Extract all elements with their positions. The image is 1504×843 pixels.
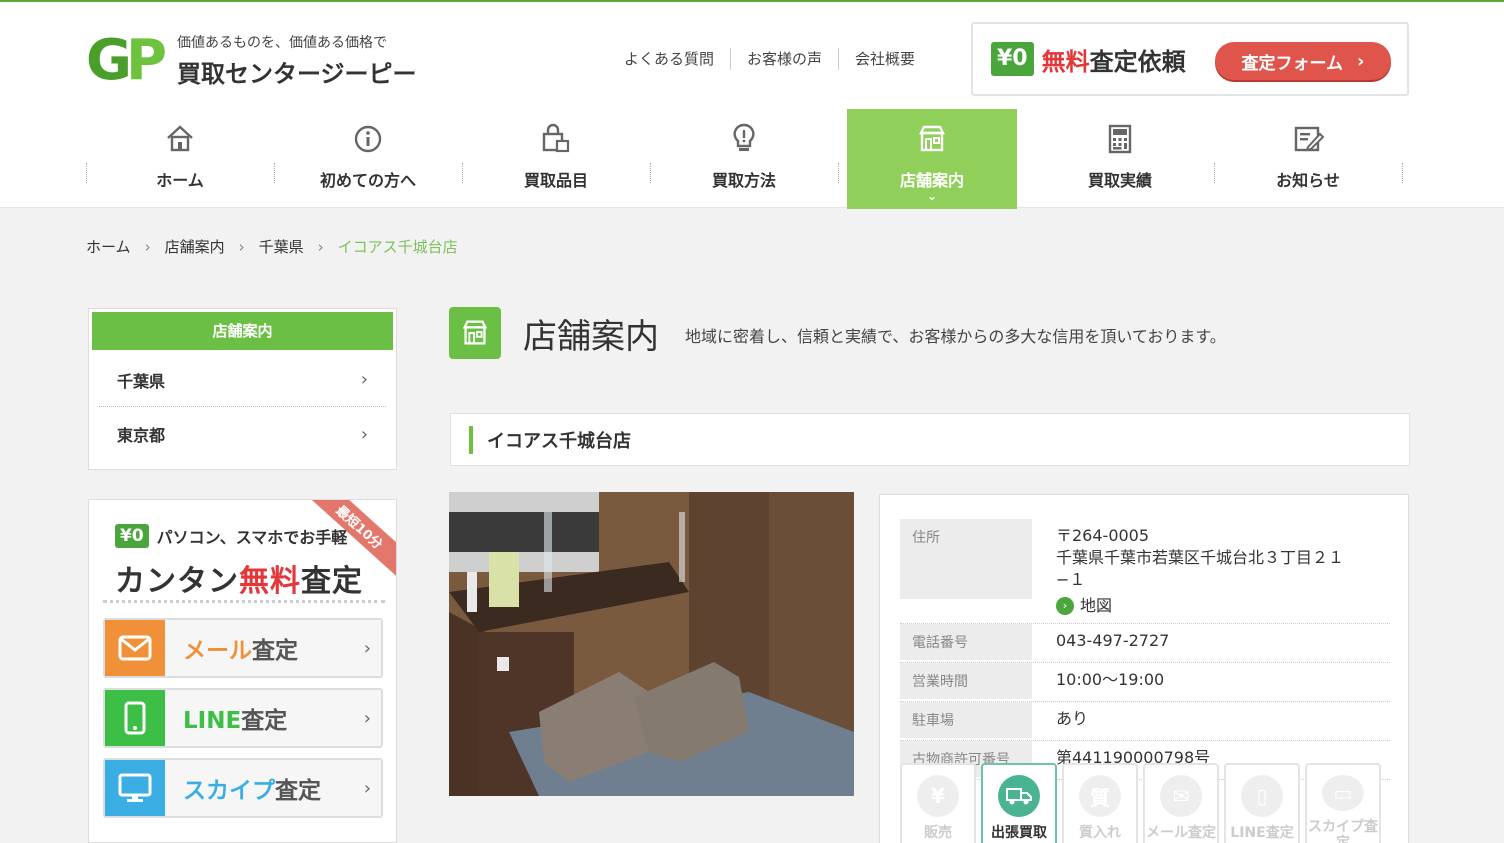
- skype-assessment-button[interactable]: スカイプ査定 ›: [103, 758, 383, 818]
- truck-icon: [998, 775, 1040, 817]
- chevron-right-icon: ›: [238, 237, 245, 256]
- info-icon: [354, 125, 382, 153]
- info-key: 電話番号: [900, 624, 1032, 660]
- accent-bar: [469, 425, 473, 454]
- page-description: 地域に密着し、信頼と実績で、お客様からの多大な信用を頂いております。: [685, 327, 1226, 346]
- zero-yen-badge: ¥0: [991, 42, 1034, 76]
- notepad-icon: [1294, 126, 1325, 152]
- page-heading: 店舗案内 地域に密着し、信頼と実績で、お客様からの多大な信用を頂いております。: [449, 307, 1226, 359]
- chevron-down-icon: ⌄: [926, 189, 938, 203]
- zero-yen-badge: ¥0: [115, 524, 149, 548]
- store-info-table: 住所 〒264-0005 千葉県千葉市若葉区千城台北３丁目２１−１ › 地図 電…: [900, 519, 1390, 780]
- postal-code: 〒264-0005: [1056, 526, 1150, 545]
- nav-item-results[interactable]: 買取実績: [1026, 109, 1215, 209]
- info-key: 営業時間: [900, 663, 1032, 699]
- service-skype-assessment: ▭ スカイプ査定: [1305, 763, 1381, 843]
- divider: [103, 600, 385, 603]
- service-sales: ¥ 販売: [900, 763, 976, 843]
- chevron-right-icon: ›: [363, 707, 371, 729]
- calculator-icon: [1108, 124, 1132, 154]
- smartphone-icon: ▯: [1241, 775, 1283, 817]
- store-info-panel: 住所 〒264-0005 千葉県千葉市若葉区千城台北３丁目２１−１ › 地図 電…: [879, 494, 1409, 843]
- store-name: イコアス千城台店: [487, 430, 631, 452]
- nav-item-home[interactable]: ホーム: [86, 109, 275, 209]
- main-nav: ホーム 初めての方へ 買取品目 買取方法 店舗案内 ⌄ 買取実績 お知らせ: [86, 109, 1410, 209]
- phone-number[interactable]: 043-497-2727: [1032, 624, 1390, 662]
- sidebar-title: 店舗案内: [92, 312, 393, 350]
- chevron-right-icon: ›: [363, 777, 371, 799]
- logo-name: 買取センタージーピー: [177, 60, 417, 88]
- business-hours: 10:00〜19:00: [1056, 670, 1165, 689]
- chevron-right-icon: ›: [1357, 50, 1365, 72]
- info-key: 住所: [900, 519, 1032, 599]
- store-icon: [919, 125, 945, 152]
- free-assessment-panel: 最短10分 ¥0 パソコン、スマホでお手軽 カンタン無料査定 メール査定 › L…: [88, 499, 397, 843]
- cta-title: 無料査定依頼: [1041, 47, 1186, 76]
- appraisal-form-button[interactable]: 査定フォーム ›: [1215, 42, 1391, 80]
- service-badges: ¥ 販売 出張買取 質 質入れ ✉ メール査定 ▯ LINE査定 ▭ スカイプ査…: [900, 763, 1386, 843]
- lightbulb-icon: [733, 123, 755, 151]
- logo-mark: GP: [86, 27, 167, 93]
- map-link[interactable]: › 地図: [1056, 595, 1366, 617]
- assess-headline: カンタン無料査定: [115, 564, 363, 599]
- yen-icon: ¥: [917, 775, 959, 817]
- store-icon: [449, 307, 501, 359]
- mail-icon: ✉: [1160, 775, 1202, 817]
- service-pawn: 質 質入れ: [1062, 763, 1138, 843]
- address: 千葉県千葉市若葉区千城台北３丁目２１−１: [1056, 548, 1345, 589]
- mail-assessment-button[interactable]: メール査定 ›: [103, 618, 383, 678]
- company-link[interactable]: 会社概要: [838, 48, 931, 70]
- nav-item-news[interactable]: お知らせ: [1214, 109, 1403, 209]
- assess-tagline: パソコン、スマホでお手軽: [156, 528, 348, 547]
- chevron-right-icon: ›: [1056, 597, 1074, 615]
- breadcrumb-prefecture[interactable]: 千葉県: [259, 236, 304, 257]
- breadcrumb-current: イコアス千城台店: [337, 238, 458, 256]
- smartphone-icon: [105, 690, 165, 746]
- site-logo[interactable]: GP 価値あるものを、価値ある価格で 買取センタージーピー: [86, 32, 417, 89]
- store-interior-photo: [449, 492, 854, 796]
- info-row-address: 住所 〒264-0005 千葉県千葉市若葉区千城台北３丁目２１−１ › 地図: [900, 519, 1390, 624]
- home-icon: [167, 125, 193, 152]
- bag-icon: [542, 123, 570, 153]
- info-row-hours: 営業時間 10:00〜19:00: [900, 663, 1390, 702]
- nav-item-stores[interactable]: 店舗案内 ⌄: [847, 109, 1017, 209]
- sidebar-item-tokyo[interactable]: 東京都 ›: [99, 407, 386, 461]
- info-row-phone: 電話番号 043-497-2727: [900, 624, 1390, 663]
- breadcrumb-stores[interactable]: 店舗案内: [165, 236, 225, 257]
- logo-tagline: 価値あるものを、価値ある価格で: [177, 35, 388, 51]
- service-home-purchase: 出張買取: [981, 763, 1057, 843]
- header-links: よくある質問 お客様の声 会社概要: [608, 48, 931, 70]
- nav-item-methods[interactable]: 買取方法: [650, 109, 839, 209]
- breadcrumb: ホーム › 店舗案内 › 千葉県 › イコアス千城台店: [86, 236, 458, 257]
- line-assessment-button[interactable]: LINE査定 ›: [103, 688, 383, 748]
- chevron-right-icon: ›: [360, 423, 368, 445]
- monitor-icon: ▭: [1322, 775, 1364, 811]
- chevron-right-icon: ›: [363, 637, 371, 659]
- chevron-right-icon: ›: [144, 237, 151, 256]
- info-key: 駐車場: [900, 702, 1032, 738]
- sidebar-item-chiba[interactable]: 千葉県 ›: [99, 353, 386, 407]
- chevron-right-icon: ›: [360, 369, 368, 390]
- nav-item-first-time[interactable]: 初めての方へ: [274, 109, 463, 209]
- breadcrumb-home[interactable]: ホーム: [86, 236, 131, 257]
- mail-icon: [105, 620, 165, 676]
- store-list-sidebar: 店舗案内 千葉県 › 東京都 ›: [88, 308, 397, 470]
- store-name-header: イコアス千城台店: [450, 413, 1410, 466]
- monitor-icon: [105, 760, 165, 816]
- testimonials-link[interactable]: お客様の声: [730, 48, 838, 70]
- info-row-parking: 駐車場 あり: [900, 702, 1390, 741]
- site-header: GP 価値あるものを、価値ある価格で 買取センタージーピー よくある質問 お客様…: [0, 2, 1504, 209]
- service-mail-assessment: ✉ メール査定: [1143, 763, 1219, 843]
- service-line-assessment: ▯ LINE査定: [1224, 763, 1300, 843]
- page-title: 店舗案内: [523, 316, 659, 357]
- faq-link[interactable]: よくある質問: [608, 48, 730, 70]
- chevron-right-icon: ›: [317, 237, 324, 256]
- pawn-icon: 質: [1079, 775, 1121, 817]
- free-appraisal-banner: ¥0 無料査定依頼 査定フォーム ›: [971, 22, 1409, 96]
- nav-item-items[interactable]: 買取品目: [462, 109, 651, 209]
- parking: あり: [1056, 709, 1089, 728]
